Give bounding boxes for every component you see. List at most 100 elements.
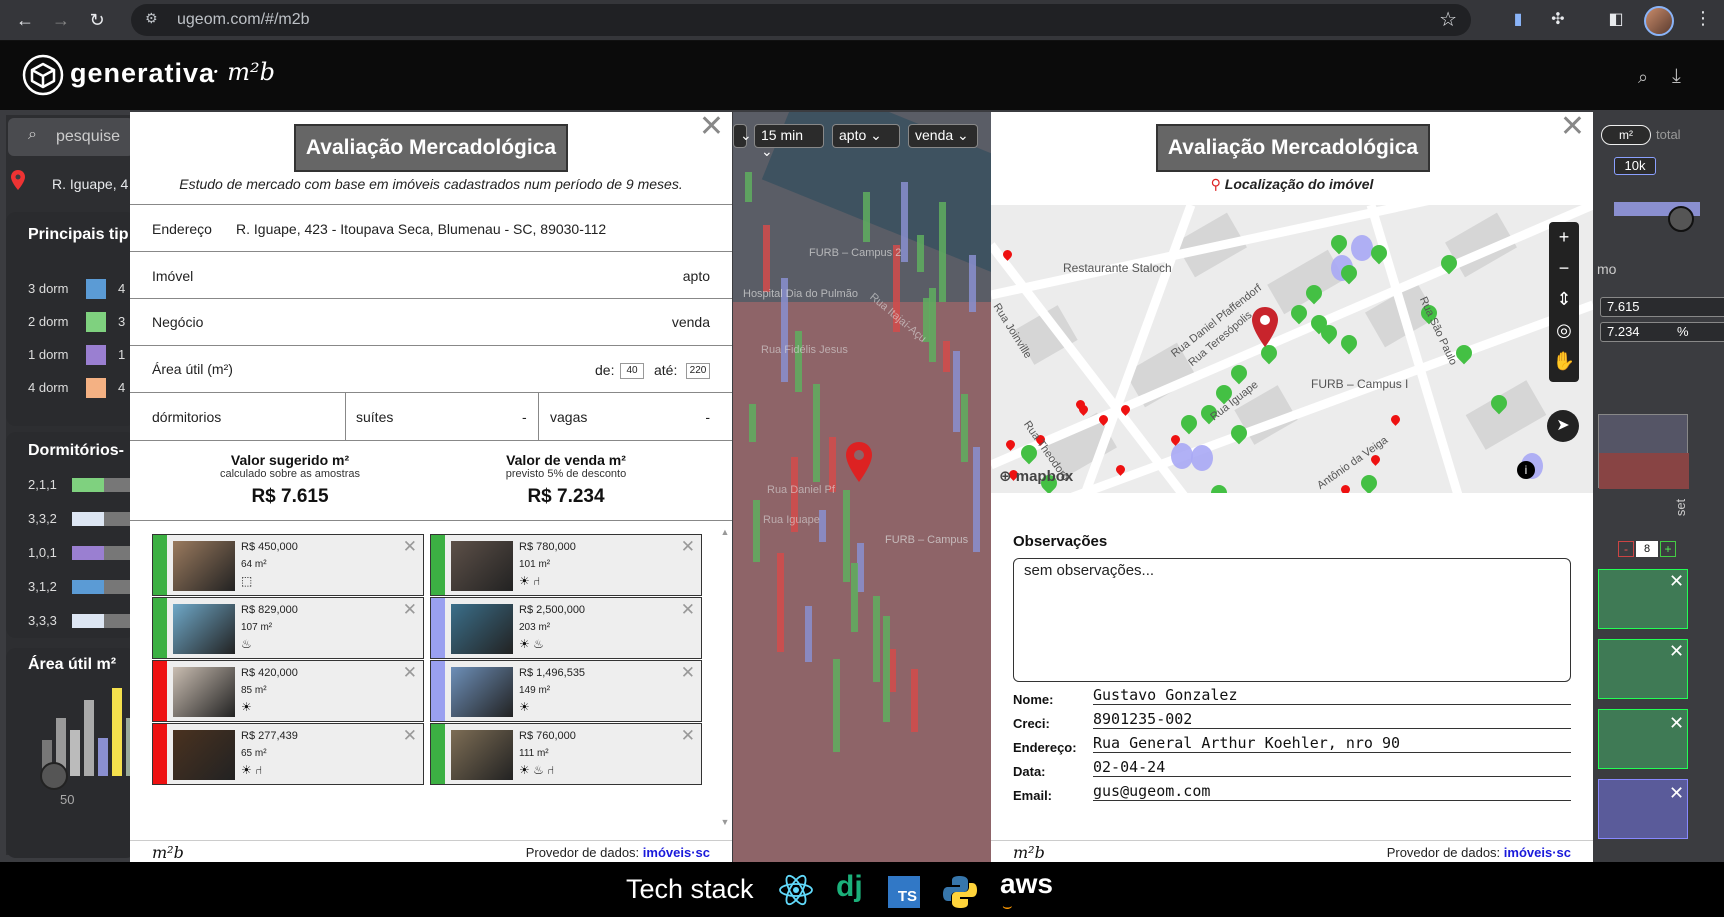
- sample-card[interactable]: R$ 1,496,535 149 m² ☀ ✕: [430, 660, 702, 722]
- sample-photo[interactable]: [173, 667, 235, 717]
- time-select[interactable]: 15 min ⌄: [754, 124, 824, 159]
- valor-sugerido: Valor sugerido m² calculado sobre as amo…: [190, 452, 390, 508]
- imovel-value[interactable]: apto: [683, 268, 710, 284]
- sidepanel-icon[interactable]: ◧: [1604, 8, 1628, 32]
- profile-avatar[interactable]: [1644, 6, 1674, 36]
- close-icon[interactable]: ✕: [699, 112, 724, 142]
- search-icon[interactable]: ⌕: [1638, 67, 1648, 88]
- pan-hand-icon[interactable]: ✋: [1549, 346, 1579, 377]
- navigate-icon[interactable]: ➤: [1547, 410, 1579, 442]
- sample-card[interactable]: R$ 277,439 65 m² ☀ ⑁ ✕: [152, 723, 424, 785]
- stepper-value[interactable]: 8: [1636, 541, 1658, 557]
- sample-area: 65 m²: [241, 748, 267, 759]
- tipo-select[interactable]: apto ⌄: [832, 124, 900, 148]
- reload-icon[interactable]: ↻: [84, 7, 110, 33]
- map-3d-view[interactable]: FURB – Campus 2 Hospital Dia do Pulmão R…: [733, 112, 991, 862]
- remove-sample-icon[interactable]: ✕: [681, 663, 695, 683]
- close-icon[interactable]: ✕: [1669, 783, 1684, 804]
- remove-sample-icon[interactable]: ✕: [403, 663, 417, 683]
- location-map[interactable]: Restaurante Staloch Rua Daniel Pfaffendo…: [991, 205, 1593, 493]
- observacoes-textarea[interactable]: sem observações...: [1013, 558, 1571, 682]
- sample-photo[interactable]: [451, 604, 513, 654]
- address-bar[interactable]: ⚙ ugeom.com/#/m2b ☆: [131, 4, 1471, 36]
- stepper-plus[interactable]: +: [1660, 541, 1676, 557]
- sample-card[interactable]: R$ 2,500,000 203 m² ☀ ♨ ✕: [430, 597, 702, 659]
- dorm-bar: [72, 546, 104, 560]
- sample-status-strip: [153, 724, 167, 784]
- contact-field-value[interactable]: Gustavo Gonzalez: [1093, 686, 1571, 705]
- negocio-select[interactable]: venda ⌄: [908, 124, 978, 148]
- sample-card[interactable]: R$ 420,000 85 m² ☀ ✕: [152, 660, 424, 722]
- locate-icon[interactable]: ◎: [1549, 315, 1579, 346]
- map-cluster[interactable]: [1191, 445, 1213, 471]
- scroll-down-icon[interactable]: ▼: [720, 817, 730, 827]
- scrollbar[interactable]: ▲ ▼: [720, 527, 730, 827]
- contact-field-value[interactable]: 02-04-24: [1093, 758, 1571, 777]
- sample-card[interactable]: R$ 450,000 64 m² ⬚ ✕: [152, 534, 424, 596]
- forward-icon[interactable]: →: [48, 7, 74, 33]
- remove-sample-icon[interactable]: ✕: [681, 726, 695, 746]
- area-max-input[interactable]: 220: [686, 363, 710, 379]
- sample-photo[interactable]: [173, 604, 235, 654]
- download-icon[interactable]: ⤓: [1672, 65, 1681, 88]
- contact-field-label: Email:: [1013, 788, 1053, 803]
- suites-label[interactable]: suítes: [356, 409, 393, 425]
- bookmark-star-icon[interactable]: ☆: [1439, 7, 1457, 32]
- sample-photo[interactable]: [173, 541, 235, 591]
- sample-photo[interactable]: [451, 667, 513, 717]
- unit-total-toggle[interactable]: total: [1656, 127, 1681, 142]
- close-icon[interactable]: ✕: [1669, 713, 1684, 734]
- map-cluster[interactable]: [1171, 443, 1193, 469]
- stepper-minus[interactable]: -: [1618, 541, 1634, 557]
- sample-card[interactable]: R$ 760,000 111 m² ☀ ♨ ⑁ ✕: [430, 723, 702, 785]
- zoom-in-icon[interactable]: +: [1549, 222, 1579, 253]
- divider: [130, 251, 732, 252]
- mo-label: mo: [1597, 261, 1617, 277]
- provider-link[interactable]: imóveis·sc: [643, 845, 710, 860]
- extensions-puzzle-icon[interactable]: ✣: [1546, 8, 1570, 32]
- sample-card[interactable]: R$ 780,000 101 m² ☀ ⑁ ✕: [430, 534, 702, 596]
- compass-icon[interactable]: ⇕: [1549, 284, 1579, 315]
- remove-sample-icon[interactable]: ✕: [681, 600, 695, 620]
- site-settings-icon[interactable]: ⚙: [145, 10, 158, 27]
- select-caret[interactable]: ⌄: [733, 124, 752, 148]
- search-box[interactable]: ⌕ pesquise: [8, 118, 134, 156]
- provider-link[interactable]: imóveis·sc: [1504, 845, 1571, 860]
- divider: [538, 392, 539, 440]
- remove-sample-icon[interactable]: ✕: [403, 726, 417, 746]
- sample-area: 64 m²: [241, 559, 267, 570]
- close-icon[interactable]: ✕: [1560, 112, 1585, 142]
- map-cluster[interactable]: [1351, 235, 1373, 261]
- remove-sample-icon[interactable]: ✕: [403, 537, 417, 557]
- negocio-value[interactable]: venda: [672, 314, 710, 330]
- slider-handle[interactable]: [1668, 206, 1694, 232]
- zoom-out-icon[interactable]: −: [1549, 253, 1579, 284]
- close-icon[interactable]: ✕: [1669, 641, 1684, 662]
- remove-sample-icon[interactable]: ✕: [681, 537, 695, 557]
- sample-status-strip: [153, 598, 167, 658]
- remove-sample-icon[interactable]: ✕: [403, 600, 417, 620]
- sample-area: 203 m²: [519, 622, 551, 633]
- back-icon[interactable]: ←: [12, 7, 38, 33]
- vagas-label[interactable]: vagas: [550, 409, 587, 425]
- contact-field-value[interactable]: gus@ugeom.com: [1093, 782, 1571, 801]
- contact-field-value[interactable]: 8901235-002: [1093, 710, 1571, 729]
- price-bar-3d: [939, 202, 946, 302]
- sample-photo[interactable]: [173, 730, 235, 780]
- browser-menu-icon[interactable]: ⋮: [1694, 8, 1712, 29]
- contact-field-value[interactable]: Rua General Arthur Koehler, nro 90: [1093, 734, 1571, 753]
- extension-icon[interactable]: ▮: [1506, 8, 1530, 32]
- sample-photo[interactable]: [451, 730, 513, 780]
- area-min-input[interactable]: 40: [620, 363, 644, 379]
- dormitorios-label[interactable]: dórmitorios: [152, 409, 221, 425]
- url-text[interactable]: ugeom.com/#/m2b: [177, 11, 310, 29]
- unit-m2-toggle[interactable]: m²: [1601, 125, 1651, 145]
- info-icon[interactable]: i: [1517, 461, 1535, 479]
- sample-photo[interactable]: [451, 541, 513, 591]
- tech-stack-label: Tech stack: [626, 874, 754, 904]
- price-bar-3d: [819, 510, 826, 542]
- scroll-up-icon[interactable]: ▲: [720, 527, 730, 537]
- contact-field-label: Creci:: [1013, 716, 1050, 731]
- sample-card[interactable]: R$ 829,000 107 m² ♨ ✕: [152, 597, 424, 659]
- close-icon[interactable]: ✕: [1669, 571, 1684, 592]
